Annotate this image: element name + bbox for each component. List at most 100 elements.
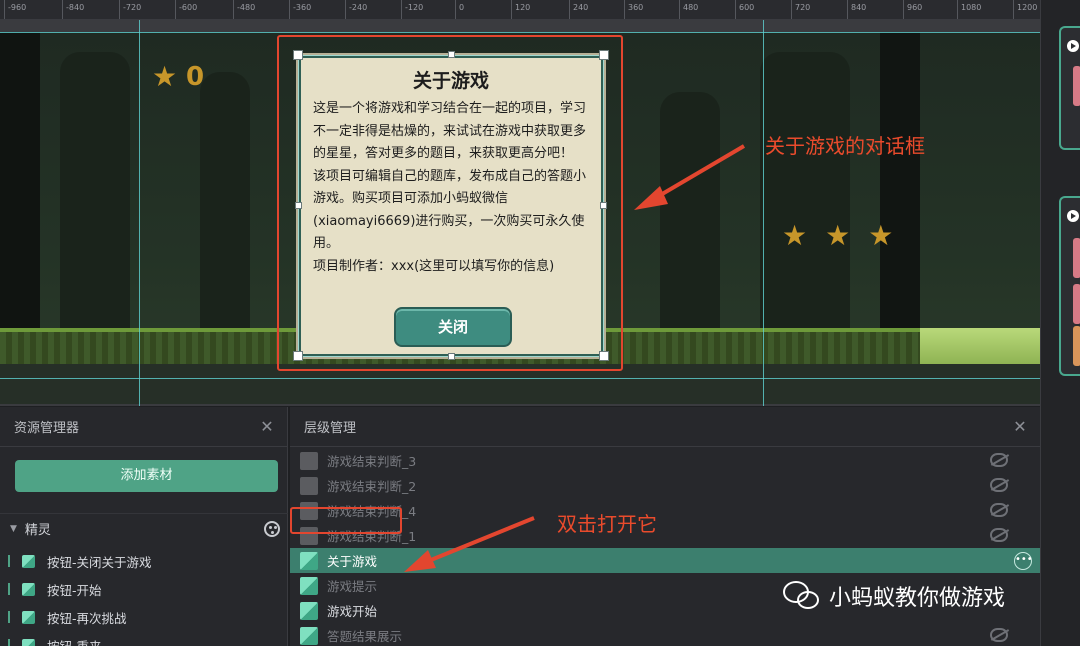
hidden-eye-icon[interactable]: [990, 528, 1008, 542]
ruler-tick: 240: [569, 0, 588, 19]
sprite-section-header[interactable]: ▼ 精灵: [0, 513, 288, 543]
block-pill: [1073, 66, 1080, 106]
layer-label: 答题结果展示: [327, 629, 403, 644]
guide-line: [0, 32, 1040, 33]
asset-list: 按钮-关闭关于游戏 按钮-开始 按钮-再次挑战 按钮-重来: [0, 547, 288, 646]
wechat-icon: [783, 581, 821, 611]
tree-trunk: [760, 52, 850, 332]
layer-row[interactable]: 游戏结束判断_3: [290, 448, 1040, 473]
stars-row: ★ ★ ★: [782, 222, 893, 250]
item-label: 按钮-再次挑战: [47, 610, 127, 626]
watermark-text: 小蚂蚁教你做游戏: [829, 586, 1006, 611]
panel-header: 层级管理 ✕: [290, 407, 1040, 447]
ruler-tick: 960: [903, 0, 922, 19]
layer-thumbnail: [300, 576, 318, 595]
layer-thumbnail: [300, 451, 318, 470]
guide-line: [0, 378, 1040, 379]
layer-highlight: [290, 507, 402, 534]
resize-handle[interactable]: [293, 50, 303, 60]
layer-label: 关于游戏: [327, 554, 378, 569]
resize-handle[interactable]: [295, 202, 302, 209]
layer-label: 游戏开始: [327, 604, 378, 619]
watermark: 小蚂蚁教你做游戏: [783, 580, 1005, 612]
star-icon: ★: [152, 60, 178, 93]
resize-handle[interactable]: [293, 351, 303, 361]
layer-row[interactable]: 游戏结束判断_2: [290, 473, 1040, 498]
ruler-tick: 840: [847, 0, 866, 19]
list-item[interactable]: 按钮-开始: [0, 575, 288, 603]
hidden-eye-icon[interactable]: [990, 628, 1008, 642]
ruler-tick: 720: [791, 0, 810, 19]
ruler-tick: -120: [401, 0, 423, 19]
ground-lit: [920, 328, 1040, 364]
selection-box: [298, 55, 604, 357]
block-pill: [1073, 326, 1080, 366]
hidden-eye-icon[interactable]: [990, 453, 1008, 467]
item-label: 按钮-关闭关于游戏: [47, 554, 152, 570]
sprite-icon: [22, 638, 35, 646]
add-asset-button[interactable]: 添加素材: [15, 460, 278, 492]
resize-handle[interactable]: [448, 51, 455, 58]
tree-trunk: [60, 52, 130, 332]
block-pill: [1073, 284, 1080, 324]
layer-thumbnail: [300, 601, 318, 620]
palette-icon[interactable]: [264, 521, 280, 537]
ruler-tick: -840: [62, 0, 84, 19]
item-label: 按钮-开始: [47, 582, 102, 598]
score-display: ★ 0: [152, 62, 204, 92]
ruler-tick: 600: [735, 0, 754, 19]
annotation-arrow: [404, 516, 535, 572]
close-icon[interactable]: ✕: [1012, 419, 1028, 435]
ruler-tick: 1080: [957, 0, 981, 19]
section-label: 精灵: [24, 523, 51, 538]
star-icon: ★: [782, 219, 808, 252]
list-item[interactable]: 按钮-重来: [0, 631, 288, 646]
layer-label: 游戏结束判断_2: [327, 479, 417, 494]
layer-label: 游戏提示: [327, 579, 378, 594]
star-icon: ★: [868, 219, 894, 252]
ruler-tick: -720: [119, 0, 141, 19]
sprite-icon: [22, 582, 35, 596]
ruler-tick: 1200: [1013, 0, 1037, 19]
hidden-eye-icon[interactable]: [990, 478, 1008, 492]
asset-manager-panel: 资源管理器 ✕ 添加素材 ▼ 精灵 按钮-关闭关于游戏 按钮-开始 按钮-再次挑…: [0, 407, 288, 646]
double-click-annotation: 双击打开它: [557, 512, 657, 536]
list-item[interactable]: 按钮-再次挑战: [0, 603, 288, 631]
tree-trunk: [200, 72, 250, 332]
ruler-tick: 120: [511, 0, 530, 19]
star-icon: ★: [825, 219, 851, 252]
collapse-triangle-icon: ▼: [10, 523, 17, 534]
resize-handle[interactable]: [448, 353, 455, 360]
ruler-tick: -480: [233, 0, 255, 19]
sprite-icon: [22, 610, 35, 624]
dialog-annotation: 关于游戏的对话框: [765, 134, 925, 158]
resize-handle[interactable]: [600, 202, 607, 209]
ruler-tick: 360: [624, 0, 643, 19]
close-icon[interactable]: ✕: [259, 419, 275, 435]
ruler-tick: -600: [175, 0, 197, 19]
editor-window: -960 -840 -720 -600 -480 -360 -240 -120 …: [0, 0, 1080, 646]
guide-line: [763, 20, 764, 406]
play-icon: [1067, 40, 1079, 52]
guide-line: [139, 20, 140, 406]
panel-header: 资源管理器 ✕: [0, 407, 287, 447]
ruler-tick: 0: [455, 0, 464, 19]
horizontal-ruler: -960 -840 -720 -600 -480 -360 -240 -120 …: [0, 0, 1040, 20]
block-pill: [1073, 238, 1080, 278]
layer-row[interactable]: 答题结果展示: [290, 623, 1040, 646]
sprite-icon: [22, 554, 35, 568]
score-value: 0: [186, 62, 205, 92]
panel-title: 层级管理: [304, 421, 357, 436]
layer-thumbnail: [300, 626, 318, 645]
item-label: 按钮-重来: [47, 638, 102, 646]
more-options-icon[interactable]: •••: [1014, 552, 1033, 570]
ruler-tick: -960: [4, 0, 26, 19]
hidden-eye-icon[interactable]: [990, 503, 1008, 517]
resize-handle[interactable]: [599, 50, 609, 60]
ruler-tick: -240: [345, 0, 367, 19]
annotation-arrow: [634, 144, 746, 210]
list-item[interactable]: 按钮-关闭关于游戏: [0, 547, 288, 575]
right-blocks-strip: [1040, 0, 1080, 646]
resize-handle[interactable]: [599, 351, 609, 361]
play-icon: [1067, 210, 1079, 222]
